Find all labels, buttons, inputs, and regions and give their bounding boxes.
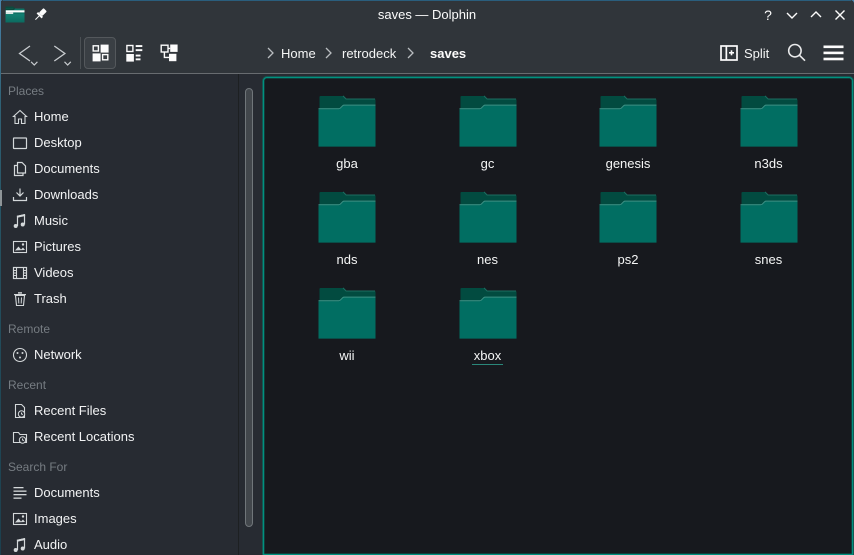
svg-text:?: ? bbox=[764, 7, 772, 23]
